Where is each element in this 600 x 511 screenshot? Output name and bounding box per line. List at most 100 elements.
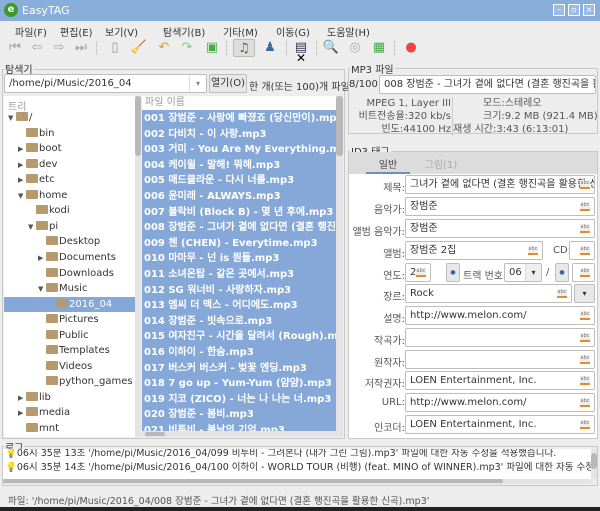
next-icon[interactable]: ⇨: [50, 39, 68, 57]
file-row[interactable]: 006 윤미래 - ALWAYS.mp3: [144, 189, 281, 204]
path-dropdown-icon[interactable]: ▾: [189, 75, 206, 92]
file-row[interactable]: 002 다비치 - 이 사랑.mp3: [144, 127, 267, 142]
previous-icon[interactable]: ⇦: [28, 39, 46, 57]
file-row[interactable]: 005 매드클라운 - 다시 너를.mp3: [144, 173, 294, 188]
expander-right-icon[interactable]: ▶: [18, 173, 26, 188]
tree-item[interactable]: Templates: [4, 343, 135, 358]
file-row[interactable]: 009 첸 (CHEN) - Everytime.mp3: [144, 236, 318, 251]
file-row[interactable]: 007 블락비 (Block B) - 몇 년 후에.mp3: [144, 205, 333, 220]
tree-item[interactable]: bin: [4, 126, 135, 141]
apply-to-all-icon[interactable]: abc: [580, 246, 590, 255]
apply-to-all-icon[interactable]: abc: [580, 420, 590, 429]
clean-icon[interactable]: 🧹: [130, 39, 148, 57]
tree-item[interactable]: ▶ lib: [4, 390, 135, 405]
apply-to-all-icon[interactable]: abc: [580, 355, 590, 364]
tree-item[interactable]: ▶ Documents: [4, 250, 135, 265]
maximize-button[interactable]: ▫: [568, 4, 580, 16]
save-icon[interactable]: ▣: [203, 39, 221, 57]
stop-icon[interactable]: ●: [402, 39, 420, 57]
file-row[interactable]: 020 장범준 - 봄비.mp3: [144, 407, 254, 422]
redo-icon[interactable]: ↷: [178, 39, 196, 57]
menu-help[interactable]: 도움말(H): [327, 24, 370, 39]
tree-item[interactable]: kodi: [4, 203, 135, 218]
track-dropdown-icon[interactable]: ▾: [525, 264, 541, 281]
artist-input[interactable]: 장범준 abc: [405, 197, 595, 216]
menu-browser[interactable]: 탐색기(B): [163, 24, 205, 39]
tree-item[interactable]: ▶ dev: [4, 157, 135, 172]
file-row[interactable]: 013 엠씨 더 맥스 - 어디에도.mp3: [144, 298, 298, 313]
tree-scroll-thumb[interactable]: [135, 96, 141, 156]
tree-item[interactable]: Desktop: [4, 234, 135, 249]
file-row[interactable]: 008 장범준 - 그녀가 곁에 없다면 (결혼 행진곡을 활용한 신곡).mp…: [144, 220, 336, 235]
track-total-apply-button[interactable]: ●: [555, 263, 569, 282]
expander-right-icon[interactable]: ▶: [18, 142, 26, 157]
file-row[interactable]: 004 케이윌 - 말해! 뭐해.mp3: [144, 158, 280, 173]
cd-icon[interactable]: ◎: [346, 39, 364, 57]
apply-to-all-icon[interactable]: abc: [580, 202, 590, 211]
filename-input[interactable]: 008 장범준 - 그녀가 곁에 없다면 (결혼 행진곡을 활용한 신곡).mp…: [379, 75, 596, 94]
expander-down-icon[interactable]: ▼: [28, 220, 36, 235]
search-icon[interactable]: 🔍: [322, 39, 340, 57]
tree-item[interactable]: 2016_04: [4, 296, 135, 312]
expander-down-icon[interactable]: ▼: [8, 111, 16, 126]
scan-icon[interactable]: ▯: [106, 39, 124, 57]
menu-go[interactable]: 이동(G): [276, 24, 310, 39]
tree-item[interactable]: python_games: [4, 374, 135, 389]
title-input[interactable]: 그녀가 곁에 없다면 (결혼 행진곡을 활용한 신곡) abc: [405, 175, 595, 194]
expander-right-icon[interactable]: ▶: [38, 251, 46, 266]
expander-down-icon[interactable]: ▼: [38, 282, 46, 297]
comment-input[interactable]: http://www.melon.com/abc: [405, 306, 595, 325]
menu-view[interactable]: 보기(V): [105, 24, 138, 39]
log-scrollbar[interactable]: [591, 449, 597, 479]
apply-to-all-icon[interactable]: abc: [580, 398, 590, 407]
menu-misc[interactable]: 기타(M): [223, 24, 258, 39]
last-icon[interactable]: ⏭: [72, 39, 90, 57]
apply-to-all-icon[interactable]: abc: [580, 180, 590, 189]
close-button[interactable]: ×: [583, 4, 595, 16]
apply-to-all-icon[interactable]: abc: [580, 333, 590, 342]
first-icon[interactable]: ⏮: [6, 39, 24, 57]
file-row[interactable]: 012 SG 워너비 - 사랑하자.mp3: [144, 283, 291, 298]
tree-item[interactable]: ▼ pi: [4, 219, 135, 234]
tree-item[interactable]: Videos: [4, 359, 135, 374]
apply-to-all-icon[interactable]: abc: [580, 311, 590, 320]
tree-item[interactable]: Pictures: [4, 312, 135, 327]
menu-edit[interactable]: 편집(E): [60, 24, 93, 39]
apply-to-all-icon[interactable]: abc: [580, 224, 590, 233]
album-artist-input[interactable]: 장범준 abc: [405, 219, 595, 238]
file-row[interactable]: 011 소녀온탑 - 같은 곳에서.mp3: [144, 267, 294, 282]
file-row[interactable]: 018 7 go up - Yum-Yum (얌얌).mp3: [144, 376, 332, 391]
genre-dropdown-button[interactable]: ▾: [574, 284, 595, 303]
minimize-button[interactable]: –: [553, 4, 565, 16]
file-scroll-thumb[interactable]: [336, 96, 343, 156]
tab-pictures[interactable]: 그림(1): [419, 156, 463, 171]
file-row[interactable]: 003 거미 - You Are My Everything.mp3: [144, 142, 336, 157]
undo-icon[interactable]: ↶: [155, 39, 173, 57]
year-apply-button[interactable]: ●: [446, 263, 460, 282]
tree-item[interactable]: ▶ etc: [4, 172, 135, 187]
album-input[interactable]: 장범준 2집 abc: [405, 241, 543, 260]
apply-to-all-icon[interactable]: abc: [557, 289, 567, 298]
composer-input[interactable]: abc: [405, 328, 595, 347]
tree-item[interactable]: ▶ media: [4, 405, 135, 420]
encoder-input[interactable]: LOEN Entertainment, Inc. abc: [405, 415, 595, 434]
expander-right-icon[interactable]: ▶: [18, 391, 26, 406]
file-hscrollbar[interactable]: [142, 431, 336, 437]
file-scrollbar[interactable]: [336, 96, 343, 437]
artist-album-icon[interactable]: ♟: [261, 39, 279, 57]
apply-to-all-icon[interactable]: abc: [580, 376, 590, 385]
genre-input[interactable]: Rock abc: [405, 284, 572, 303]
open-button[interactable]: 열기(O): [209, 74, 247, 93]
file-row[interactable]: 015 여자친구 - 시간을 달려서 (Rough).mp3: [144, 329, 336, 344]
apply-to-all-icon[interactable]: abc: [416, 268, 426, 277]
tree-item[interactable]: Public: [4, 328, 135, 343]
tree-item[interactable]: ▼ Music: [4, 281, 135, 296]
music-icon[interactable]: ♫: [233, 39, 255, 57]
file-header[interactable]: 파일 이름: [142, 96, 336, 110]
log-list[interactable]: 💡06시 35분 13초 '/home/pi/Music/2016_04/099…: [3, 449, 591, 479]
path-combo[interactable]: /home/pi/Music/2016_04 ▾: [4, 74, 207, 93]
tree-scrollbar[interactable]: [135, 96, 141, 437]
apply-to-all-icon[interactable]: abc: [580, 268, 590, 277]
tree-item[interactable]: ▼ home: [4, 188, 135, 203]
cd-input[interactable]: abc: [569, 241, 595, 260]
